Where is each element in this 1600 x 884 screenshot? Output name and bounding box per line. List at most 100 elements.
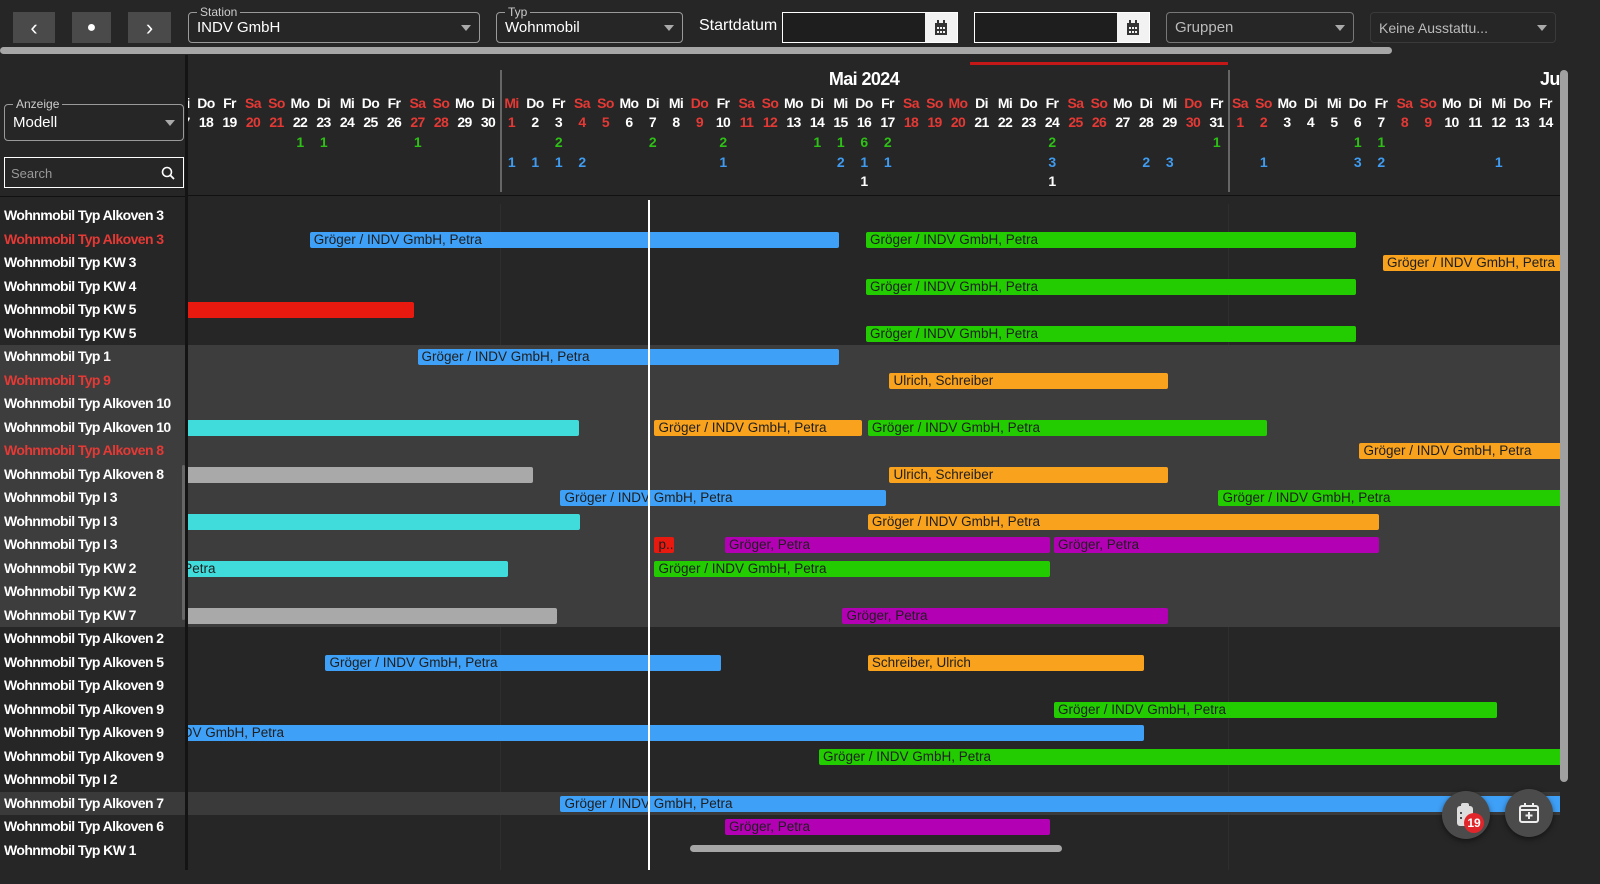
- day-column[interactable]: Do 18: [194, 95, 218, 195]
- day-column[interactable]: Sa 25: [1064, 95, 1088, 195]
- day-column[interactable]: Mi 29 3: [1158, 95, 1182, 195]
- booking-bar[interactable]: Gröger / INDV GmbH, Petra: [654, 560, 1051, 577]
- booking-bar[interactable]: Gröger / INDV GmbH, Petra: [865, 325, 1356, 342]
- booking-bar[interactable]: Gröger / INDV GmbH, Petra: [867, 513, 1380, 530]
- day-column[interactable]: Sa 27 1: [406, 95, 430, 195]
- end-date-input[interactable]: [974, 12, 1150, 43]
- day-column[interactable]: Mo 22 1: [288, 95, 312, 195]
- booking-bar[interactable]: Gröger / INDV GmbH, Petra: [325, 654, 722, 671]
- day-column[interactable]: Mo 3: [1275, 95, 1299, 195]
- day-column[interactable]: Di 28 2: [1134, 95, 1158, 195]
- vehicle-row-label[interactable]: Wohnmobil Typ Alkoven 9: [0, 698, 185, 722]
- booking-bar[interactable]: Gröger / INDV GmbH, Petra: [417, 349, 839, 365]
- vehicle-row-label[interactable]: Wohnmobil Typ I 3: [0, 486, 185, 510]
- day-column[interactable]: Mo 13: [782, 95, 806, 195]
- booking-bar[interactable]: Schreiber, Ulrich: [867, 654, 1145, 671]
- day-column[interactable]: Mo 10: [1440, 95, 1464, 195]
- booking-bar[interactable]: Gröger / INDV GmbH, Petra: [1359, 443, 1560, 459]
- booking-bar[interactable]: Gröger / INDV GmbH, Petra: [865, 231, 1356, 248]
- start-date-input[interactable]: [782, 12, 958, 43]
- vehicle-row-label[interactable]: Wohnmobil Typ KW 4: [0, 275, 185, 299]
- day-column[interactable]: Sa 11: [735, 95, 759, 195]
- vehicle-row-label[interactable]: Wohnmobil Typ KW 5: [0, 298, 185, 322]
- station-select[interactable]: Station INDV GmbH: [188, 5, 480, 43]
- booking-bar[interactable]: Gröger / INDV GmbH, Petra: [560, 795, 1560, 812]
- tasks-button[interactable]: 19: [1442, 791, 1490, 839]
- typ-select[interactable]: Typ Wohnmobil: [496, 5, 683, 43]
- next-button[interactable]: ›: [128, 12, 171, 43]
- vehicle-row-label[interactable]: Wohnmobil Typ Alkoven 10: [0, 392, 185, 416]
- day-column[interactable]: Mi 8: [664, 95, 688, 195]
- day-column[interactable]: Sa 18: [899, 95, 923, 195]
- day-column[interactable]: Do 30: [1181, 95, 1205, 195]
- sidebar-scrollbar[interactable]: [182, 465, 185, 620]
- day-column[interactable]: Mo 6: [617, 95, 641, 195]
- vehicle-row-label[interactable]: Wohnmobil Typ Alkoven 8: [0, 439, 185, 463]
- day-column[interactable]: Di 4: [1299, 95, 1323, 195]
- day-column[interactable]: So 19: [923, 95, 947, 195]
- day-column[interactable]: Fr 24 2 3 1: [1040, 95, 1064, 195]
- day-column[interactable]: So 26: [1087, 95, 1111, 195]
- day-column[interactable]: Fr 10 2 1: [711, 95, 735, 195]
- vehicle-row-label[interactable]: Wohnmobil Typ I 3: [0, 509, 185, 533]
- booking-bar[interactable]: Gröger / INDV GmbH, Petra: [560, 490, 886, 506]
- vehicle-row-label[interactable]: Wohnmobil Typ Alkoven 6: [0, 815, 185, 839]
- vehicle-row-label[interactable]: Wohnmobil Typ KW 2: [0, 556, 185, 580]
- toolbar-horizontal-scrollbar[interactable]: [0, 47, 1392, 54]
- booking-bar[interactable]: Gröger / INDV GmbH, Petra: [865, 278, 1356, 295]
- booking-bar[interactable]: Gröger / INDV GmbH, Petra: [1053, 701, 1497, 718]
- day-column[interactable]: Mo 27: [1111, 95, 1135, 195]
- booking-bar[interactable]: [188, 466, 534, 483]
- day-column[interactable]: Mi 1 1: [500, 95, 524, 195]
- vehicle-row-label[interactable]: Wohnmobil Typ I 2: [0, 768, 185, 792]
- day-column[interactable]: Mi 22: [993, 95, 1017, 195]
- vehicle-row-label[interactable]: Wohnmobil Typ KW 5: [0, 322, 185, 346]
- booking-bar[interactable]: Gröger / INDV GmbH, Petra: [867, 419, 1268, 436]
- day-column[interactable]: Mo 20: [946, 95, 970, 195]
- add-booking-button[interactable]: [1505, 789, 1553, 837]
- day-column[interactable]: Mi 12 1: [1487, 95, 1511, 195]
- day-column[interactable]: Di 23 1: [312, 95, 336, 195]
- vehicle-row-label[interactable]: Wohnmobil Typ 1: [0, 345, 185, 369]
- day-column[interactable]: So 5: [594, 95, 618, 195]
- booking-bar[interactable]: Gröger, Petra: [842, 607, 1168, 624]
- booking-bar[interactable]: Gröger, Petra: [724, 819, 1051, 835]
- vehicle-row-label[interactable]: Wohnmobil Typ KW 7: [0, 603, 185, 627]
- today-button[interactable]: ●: [72, 12, 111, 43]
- search-icon[interactable]: [161, 166, 175, 180]
- vehicle-row-label[interactable]: Wohnmobil Typ I 3: [0, 533, 185, 557]
- booking-bar[interactable]: Gröger / INDV GmbH, Petra: [654, 419, 863, 436]
- vehicle-row-label[interactable]: Wohnmobil Typ Alkoven 9: [0, 721, 185, 745]
- day-column[interactable]: Sa 4 2: [570, 95, 594, 195]
- booking-bar[interactable]: Gröger / INDV GmbH, Petra: [188, 725, 1145, 741]
- vehicle-row-label[interactable]: Wohnmobil Typ Alkoven 7: [0, 791, 185, 815]
- anzeige-select[interactable]: Anzeige Modell: [4, 97, 184, 141]
- vehicle-row-label[interactable]: Wohnmobil Typ Alkoven 10: [0, 415, 185, 439]
- vehicle-row-label[interactable]: Wohnmobil Typ Alkoven 8: [0, 462, 185, 486]
- day-column[interactable]: So 12: [758, 95, 782, 195]
- calendar-icon[interactable]: [925, 13, 957, 42]
- day-column[interactable]: Fr 3 2 1: [547, 95, 571, 195]
- day-column[interactable]: Mi 15 1 2: [829, 95, 853, 195]
- booking-bar[interactable]: Gröger / INDV GmbH, Petra: [1218, 490, 1560, 506]
- day-column[interactable]: Di 30: [476, 95, 500, 195]
- booking-bar[interactable]: Gröger / INDV GmbH, Petra: [818, 748, 1560, 765]
- vehicle-row-label[interactable]: Wohnmobil Typ Alkoven 9: [0, 674, 185, 698]
- day-column[interactable]: Fr 17 2 1: [876, 95, 900, 195]
- gruppen-select[interactable]: Gruppen: [1166, 12, 1354, 43]
- day-column[interactable]: So 2 1: [1252, 95, 1276, 195]
- booking-bar[interactable]: Gröger, Petra: [1053, 537, 1380, 553]
- day-column[interactable]: Fr 26: [382, 95, 406, 195]
- day-column[interactable]: Do 6 1 3: [1346, 95, 1370, 195]
- vehicle-row-label[interactable]: Wohnmobil Typ KW 1: [0, 839, 185, 863]
- vehicle-row-label[interactable]: Wohnmobil Typ Alkoven 3: [0, 228, 185, 252]
- day-column[interactable]: Do 25: [359, 95, 383, 195]
- day-column[interactable]: Di 21: [970, 95, 994, 195]
- booking-bar[interactable]: Gröger, Petra: [724, 537, 1051, 553]
- day-column[interactable]: Di 14 1: [805, 95, 829, 195]
- vehicle-row-label[interactable]: Wohnmobil Typ KW 2: [0, 580, 185, 604]
- horizontal-scrollbar[interactable]: [690, 845, 1062, 852]
- day-column[interactable]: Do 9: [688, 95, 712, 195]
- vehicle-row-label[interactable]: Wohnmobil Typ Alkoven 3: [0, 204, 185, 228]
- booking-bar[interactable]: Ulrich, Schreiber: [889, 466, 1168, 483]
